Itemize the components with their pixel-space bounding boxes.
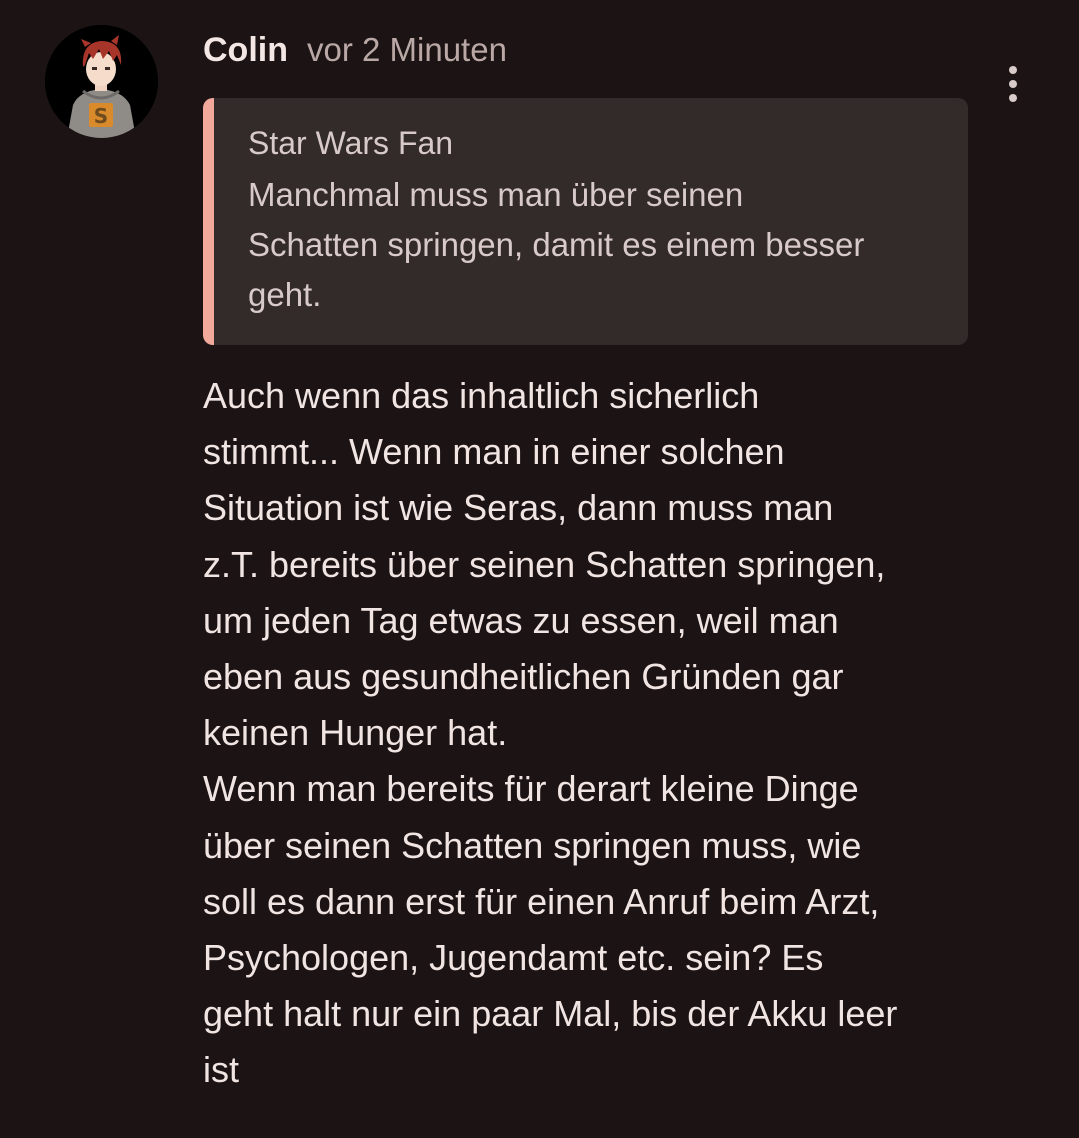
quote-text: Manchmal muss man über seinen Schatten s…: [248, 176, 865, 313]
quote-accent-bar: [203, 98, 214, 345]
more-vert-icon: [1009, 94, 1017, 102]
comment-timestamp: vor 2 Minuten: [307, 31, 507, 68]
more-vert-icon: [1009, 66, 1017, 74]
quote-author: Star Wars Fan: [248, 125, 454, 161]
more-options-button[interactable]: [992, 60, 1034, 108]
avatar-icon: S: [45, 25, 158, 138]
comment-body: Auch wenn das inhaltlich sicherlich stim…: [203, 375, 898, 1091]
comment: S Colin vor 2 Minuten Star Wars Fan Manc…: [0, 0, 1079, 1138]
svg-text:S: S: [94, 104, 108, 128]
quoted-comment[interactable]: Star Wars Fan Manchmal muss man über sei…: [203, 98, 968, 345]
avatar[interactable]: S: [45, 25, 158, 138]
comment-author[interactable]: Colin: [203, 28, 288, 72]
more-vert-icon: [1009, 80, 1017, 88]
